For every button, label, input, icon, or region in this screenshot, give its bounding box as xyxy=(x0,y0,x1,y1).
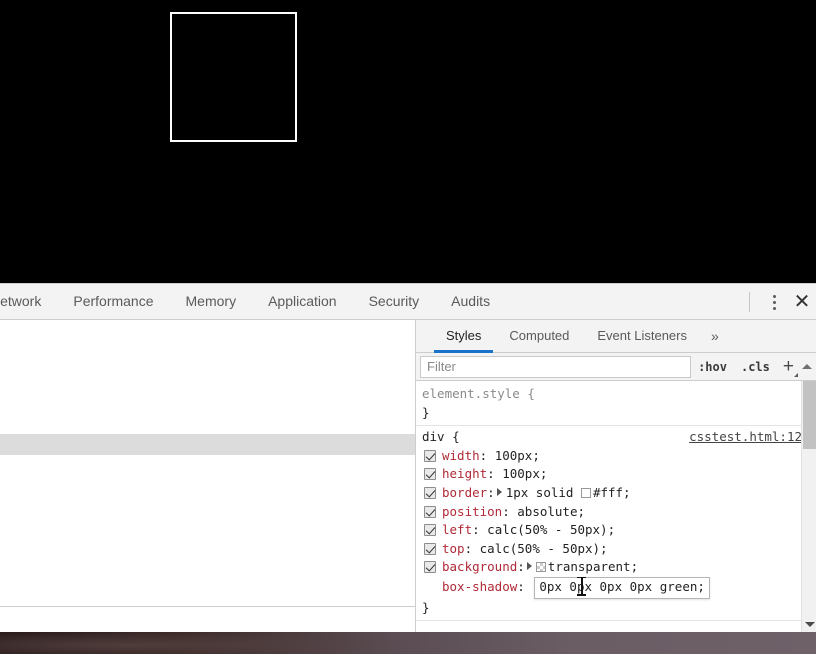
rule-close-brace: } xyxy=(422,404,430,420)
tab-styles[interactable]: Styles xyxy=(432,320,495,353)
devtools-panel: Network Performance Memory Application S… xyxy=(0,283,816,632)
plus-icon: + xyxy=(782,355,794,377)
rule-close-brace: } xyxy=(422,599,430,615)
property-value[interactable]: 100px; xyxy=(502,466,547,481)
tab-audits[interactable]: Audits xyxy=(435,284,506,319)
css-rule-element-style[interactable]: element.style { } xyxy=(416,383,816,427)
property-value-editor[interactable]: 0px 0px 0px 0px green; xyxy=(534,576,710,599)
styles-filter-bar: :hov .cls + xyxy=(416,353,816,381)
stylesheet-source-link[interactable]: csstest.html:12 xyxy=(689,428,802,447)
declaration-border[interactable]: border: 1px solid #fff; xyxy=(422,484,802,503)
devtools-main-tabbar: Network Performance Memory Application S… xyxy=(0,284,816,320)
triangle-up-icon xyxy=(802,364,812,369)
triangle-down-icon xyxy=(804,622,815,627)
property-name[interactable]: background xyxy=(442,559,517,574)
property-value-prefix: 1px solid xyxy=(505,484,581,500)
filter-input[interactable] xyxy=(420,355,692,378)
toolbar-divider xyxy=(749,292,750,312)
rule-selector[interactable]: element.style { xyxy=(422,386,535,401)
property-name[interactable]: border xyxy=(442,485,487,500)
more-tabs-icon[interactable]: » xyxy=(701,320,729,352)
tab-memory[interactable]: Memory xyxy=(170,284,253,319)
color-swatch-transparent[interactable] xyxy=(535,562,546,573)
desktop-wallpaper-strip xyxy=(0,632,816,654)
property-name[interactable]: top xyxy=(442,541,465,556)
rendered-test-div[interactable] xyxy=(170,12,297,142)
property-value-color[interactable]: #fff; xyxy=(593,485,631,500)
expand-shorthand-icon[interactable] xyxy=(526,562,532,571)
declaration-checkbox[interactable] xyxy=(424,542,436,555)
more-options-icon[interactable] xyxy=(760,284,788,319)
tab-security[interactable]: Security xyxy=(353,284,436,319)
breadcrumb[interactable] xyxy=(0,606,415,632)
declaration-background[interactable]: background: transparent; xyxy=(422,558,802,577)
css-rule-next-partial[interactable] xyxy=(416,621,816,629)
property-name[interactable]: width xyxy=(442,448,480,463)
plus-dropdown-caret-icon xyxy=(794,372,798,377)
property-value[interactable]: 100px; xyxy=(495,448,540,463)
styles-scrollbar[interactable] xyxy=(801,381,816,632)
styles-sidebar-tabbar: Styles Computed Event Listeners » xyxy=(416,320,816,353)
declaration-box-shadow[interactable]: box-shadow: 0px 0px 0px 0px green; xyxy=(422,576,802,599)
styles-sidebar: Styles Computed Event Listeners » :hov .… xyxy=(416,320,816,632)
property-name[interactable]: left xyxy=(442,522,472,537)
scrollbar-thumb[interactable] xyxy=(803,381,816,449)
declaration-checkbox[interactable] xyxy=(424,561,436,574)
property-value[interactable]: calc(50% - 50px); xyxy=(480,541,608,556)
property-value-text: 0px 0px 0px 0px green; xyxy=(539,578,705,594)
css-rule-div[interactable]: div { csstest.html:12 width: 100px; heig… xyxy=(416,426,816,622)
declaration-checkbox[interactable] xyxy=(424,505,436,518)
page-viewport[interactable] xyxy=(0,0,816,283)
dom-tree-panel[interactable] xyxy=(0,320,416,632)
declaration-height[interactable]: height: 100px; xyxy=(422,465,802,484)
tab-computed[interactable]: Computed xyxy=(495,320,583,353)
declaration-top[interactable]: top: calc(50% - 50px); xyxy=(422,540,802,559)
property-name[interactable]: box-shadow xyxy=(442,579,517,594)
new-style-rule-button[interactable]: + xyxy=(777,354,800,380)
tab-event-listeners[interactable]: Event Listeners xyxy=(583,320,701,353)
property-value[interactable]: transparent; xyxy=(548,559,638,574)
declaration-checkbox[interactable] xyxy=(424,449,436,462)
tab-application[interactable]: Application xyxy=(252,284,353,319)
kebab-menu-icon xyxy=(772,294,776,310)
declaration-width[interactable]: width: 100px; xyxy=(422,447,802,466)
tab-performance[interactable]: Performance xyxy=(57,284,169,319)
property-name[interactable]: position xyxy=(442,504,502,519)
rule-selector-line: element.style { xyxy=(422,385,802,404)
rule-selector-line: div { csstest.html:12 xyxy=(422,428,802,447)
close-icon: ✕ xyxy=(793,291,811,313)
declaration-checkbox[interactable] xyxy=(424,524,436,537)
devtools-toolbar-right: ✕ xyxy=(745,284,816,319)
scroll-up-arrow-icon[interactable] xyxy=(800,354,814,380)
declaration-checkbox[interactable] xyxy=(424,486,436,499)
declaration-left[interactable]: left: calc(50% - 50px); xyxy=(422,521,802,540)
rule-selector[interactable]: div { xyxy=(422,429,460,444)
css-rules-list[interactable]: element.style { } div { csstest.html:12 xyxy=(416,381,816,632)
scroll-down-arrow-icon[interactable] xyxy=(802,617,816,632)
toggle-hover-state-button[interactable]: :hov xyxy=(691,354,734,380)
close-devtools-button[interactable]: ✕ xyxy=(788,284,816,319)
color-swatch-white[interactable] xyxy=(580,487,591,498)
screen-root: Network Performance Memory Application S… xyxy=(0,0,816,654)
declaration-position[interactable]: position: absolute; xyxy=(422,503,802,522)
tab-network[interactable]: Network xyxy=(0,284,57,319)
devtools-split: Styles Computed Event Listeners » :hov .… xyxy=(0,320,816,632)
declaration-checkbox[interactable] xyxy=(424,468,436,481)
property-value[interactable]: calc(50% - 50px); xyxy=(487,522,615,537)
toggle-class-button[interactable]: .cls xyxy=(734,354,777,380)
dom-selected-node-row[interactable] xyxy=(0,434,415,455)
property-value[interactable]: absolute; xyxy=(517,504,585,519)
property-name[interactable]: height xyxy=(442,466,487,481)
expand-shorthand-icon[interactable] xyxy=(496,487,502,496)
